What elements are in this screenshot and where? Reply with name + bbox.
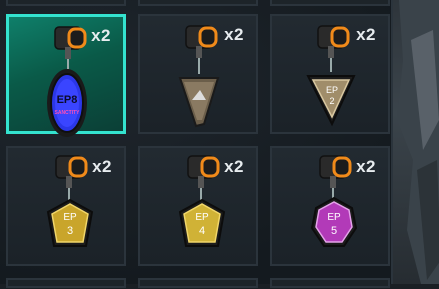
ep8-sub-text: SANCTITY [55,110,81,116]
ep5-badge-text: EP [327,212,341,223]
inventory-slot-ep4[interactable]: x2 EP 4 [138,146,258,266]
ep2-sub-text: 2 [329,96,334,106]
ep3-badge-text: EP [63,212,77,223]
inventory-slot-ep1[interactable]: x2 [138,14,258,134]
character-silhouette-icon [397,0,439,284]
ep5-sub-text: 5 [331,225,337,237]
ep2-charm-icon: EP 2 [306,25,356,127]
inventory-slot-ep2[interactable]: x2 EP 2 [270,14,390,134]
inventory-slot-ep3[interactable]: x2 EP 3 [6,146,126,266]
ep3-sub-text: 3 [67,225,73,237]
inventory-slot-ep5[interactable]: x2 EP 5 [270,146,390,266]
ep4-badge-text: EP [195,212,209,223]
character-preview-edge [391,0,439,284]
ep2-badge-text: EP [326,85,338,95]
ep8-charm-icon: EP8 SANCTITY [47,26,87,137]
silver-arrow-charm-icon [178,25,220,128]
inventory-grid: x2 EP8 SANCTITY x2 x2 EP 2 x2 EP 3 x2 EP… [0,0,439,284]
inventory-slot-ep8[interactable]: x2 EP8 SANCTITY [6,14,126,137]
ep4-charm-icon: EP 4 [178,155,226,247]
ep4-sub-text: 4 [199,225,205,237]
ep8-badge-text: EP8 [57,94,78,106]
ep5-charm-icon: EP 5 [310,155,358,247]
ep3-charm-icon: EP 3 [46,155,94,247]
